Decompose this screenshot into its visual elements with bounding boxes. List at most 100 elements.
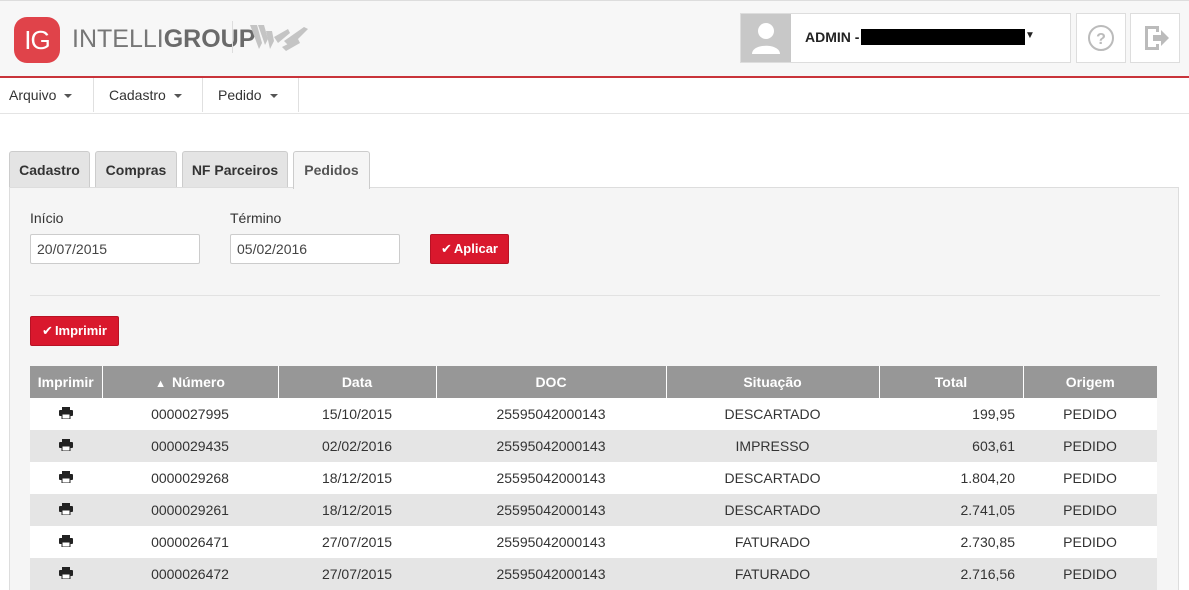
sort-ascending-icon: ▲ bbox=[155, 378, 166, 390]
orders-table: Imprimir ▲ Número Data DOC Situação Total… bbox=[30, 366, 1157, 590]
cell-data: 27/07/2015 bbox=[278, 558, 436, 590]
menu-arquivo[interactable]: Arquivo bbox=[0, 78, 94, 112]
menu-cadastro[interactable]: Cadastro bbox=[100, 78, 203, 112]
logo-text-bold: GROUP bbox=[163, 25, 256, 53]
tab-compras[interactable]: Compras bbox=[95, 151, 177, 188]
cell-data: 15/10/2015 bbox=[278, 398, 436, 430]
user-avatar-icon bbox=[741, 14, 791, 62]
cell-situacao: DESCARTADO bbox=[666, 462, 879, 494]
column-header-origem[interactable]: Origem bbox=[1023, 366, 1157, 398]
cell-situacao: DESCARTADO bbox=[666, 494, 879, 526]
cell-doc: 25595042000143 bbox=[436, 398, 666, 430]
cell-print bbox=[30, 398, 102, 430]
column-header-numero[interactable]: ▲ Número bbox=[102, 366, 279, 398]
help-button[interactable]: ? bbox=[1076, 13, 1126, 63]
cell-total: 603,61 bbox=[879, 430, 1023, 462]
column-header-numero-label: Número bbox=[171, 374, 225, 390]
cell-situacao: FATURADO bbox=[666, 558, 879, 590]
column-header-total[interactable]: Total bbox=[879, 366, 1024, 398]
cell-data: 18/12/2015 bbox=[278, 494, 436, 526]
table-row[interactable]: 0000029268 18/12/2015 25595042000143 DESCAR… bbox=[30, 462, 1157, 494]
cell-total: 2.730,85 bbox=[879, 526, 1023, 558]
printer-icon[interactable] bbox=[59, 407, 73, 420]
cell-origem: PEDIDO bbox=[1023, 398, 1157, 430]
print-button[interactable]: ✔ Imprimir bbox=[30, 316, 119, 346]
logo-divider bbox=[232, 21, 233, 53]
table-row[interactable]: 0000029261 18/12/2015 25595042000143 DESCAR… bbox=[30, 494, 1157, 526]
pedidos-panel: Início Término ✔Aplicar ✔Imprimir Imprim… bbox=[9, 187, 1179, 590]
print-button-label: Imprimir bbox=[54, 323, 107, 338]
apply-button-label: Aplicar bbox=[453, 241, 498, 256]
cell-doc: 25595042000143 bbox=[436, 526, 666, 558]
cell-total: 199,95 bbox=[879, 398, 1023, 430]
user-name-label: ADMIN - bbox=[805, 29, 860, 45]
cell-data: 27/07/2015 bbox=[278, 526, 436, 558]
cell-origem: PEDIDO bbox=[1023, 494, 1157, 526]
printer-icon[interactable] bbox=[59, 535, 73, 548]
table-row[interactable]: 0000026471 27/07/2015 25595042000143 FATURA… bbox=[30, 526, 1157, 558]
cell-print bbox=[30, 462, 102, 494]
cell-origem: PEDIDO bbox=[1023, 558, 1157, 590]
menu-pedido[interactable]: Pedido bbox=[209, 78, 299, 112]
check-icon: ✔ bbox=[441, 241, 452, 256]
tab-pedidos[interactable]: Pedidos bbox=[293, 151, 370, 189]
cell-print bbox=[30, 558, 102, 590]
logo-text-light: INTELLI bbox=[72, 25, 164, 53]
sign-out-icon bbox=[1145, 26, 1169, 50]
printer-icon[interactable] bbox=[59, 439, 73, 452]
redacted-user-name bbox=[861, 29, 1025, 45]
cell-numero: 0000027995 bbox=[102, 398, 278, 430]
question-circle-icon: ? bbox=[1088, 25, 1114, 51]
end-date-input[interactable] bbox=[230, 234, 400, 264]
cell-origem: PEDIDO bbox=[1023, 462, 1157, 494]
column-header-data[interactable]: Data bbox=[278, 366, 437, 398]
tab-cadastro[interactable]: Cadastro bbox=[9, 151, 90, 188]
table-header-row: Imprimir ▲ Número Data DOC Situação Total… bbox=[30, 366, 1157, 398]
cell-print bbox=[30, 430, 102, 462]
cell-data: 02/02/2016 bbox=[278, 430, 436, 462]
ws-logo-icon bbox=[250, 25, 308, 51]
table-row[interactable]: 0000026472 27/07/2015 25595042000143 FATURA… bbox=[30, 558, 1157, 590]
column-header-imprimir[interactable]: Imprimir bbox=[30, 366, 103, 398]
cell-origem: PEDIDO bbox=[1023, 430, 1157, 462]
cell-doc: 25595042000143 bbox=[436, 558, 666, 590]
column-header-situacao[interactable]: Situação bbox=[666, 366, 880, 398]
cell-total: 2.716,56 bbox=[879, 558, 1023, 590]
table-row[interactable]: 0000029435 02/02/2016 25595042000143 IMPRES… bbox=[30, 430, 1157, 462]
start-date-input[interactable] bbox=[30, 234, 200, 264]
cell-numero: 0000029268 bbox=[102, 462, 278, 494]
cell-doc: 25595042000143 bbox=[436, 494, 666, 526]
printer-icon[interactable] bbox=[59, 567, 73, 580]
user-menu[interactable]: ADMIN - ▼ bbox=[740, 13, 1071, 63]
column-header-doc[interactable]: DOC bbox=[436, 366, 667, 398]
cell-numero: 0000029435 bbox=[102, 430, 278, 462]
user-menu-caret-icon: ▼ bbox=[1025, 30, 1035, 41]
printer-icon[interactable] bbox=[59, 503, 73, 516]
cell-origem: PEDIDO bbox=[1023, 526, 1157, 558]
app-header: IG INTELLIGROUP ADMIN - ▼ ? bbox=[0, 0, 1189, 78]
start-date-label: Início bbox=[30, 210, 64, 226]
tab-nf-parceiros[interactable]: NF Parceiros bbox=[182, 151, 288, 188]
cell-numero: 0000026472 bbox=[102, 558, 278, 590]
cell-situacao: IMPRESSO bbox=[666, 430, 879, 462]
end-date-label: Término bbox=[230, 210, 282, 226]
menu-arquivo-label: Arquivo bbox=[9, 87, 57, 103]
cell-print bbox=[30, 494, 102, 526]
cell-doc: 25595042000143 bbox=[436, 430, 666, 462]
cell-print bbox=[30, 526, 102, 558]
logout-button[interactable] bbox=[1130, 13, 1180, 63]
menu-pedido-label: Pedido bbox=[218, 87, 262, 103]
chevron-down-icon bbox=[173, 94, 182, 99]
cell-numero: 0000029261 bbox=[102, 494, 278, 526]
check-icon: ✔ bbox=[42, 323, 53, 338]
svg-text:?: ? bbox=[1096, 31, 1106, 48]
apply-button[interactable]: ✔ Aplicar bbox=[430, 234, 509, 264]
table-row[interactable]: 0000027995 15/10/2015 25595042000143 DESCAR… bbox=[30, 398, 1157, 430]
cell-total: 2.741,05 bbox=[879, 494, 1023, 526]
section-divider bbox=[30, 295, 1160, 296]
intelligroup-logo-badge: IG bbox=[14, 17, 60, 63]
cell-numero: 0000026471 bbox=[102, 526, 278, 558]
cell-situacao: DESCARTADO bbox=[666, 398, 879, 430]
printer-icon[interactable] bbox=[59, 471, 73, 484]
cell-total: 1.804,20 bbox=[879, 462, 1023, 494]
